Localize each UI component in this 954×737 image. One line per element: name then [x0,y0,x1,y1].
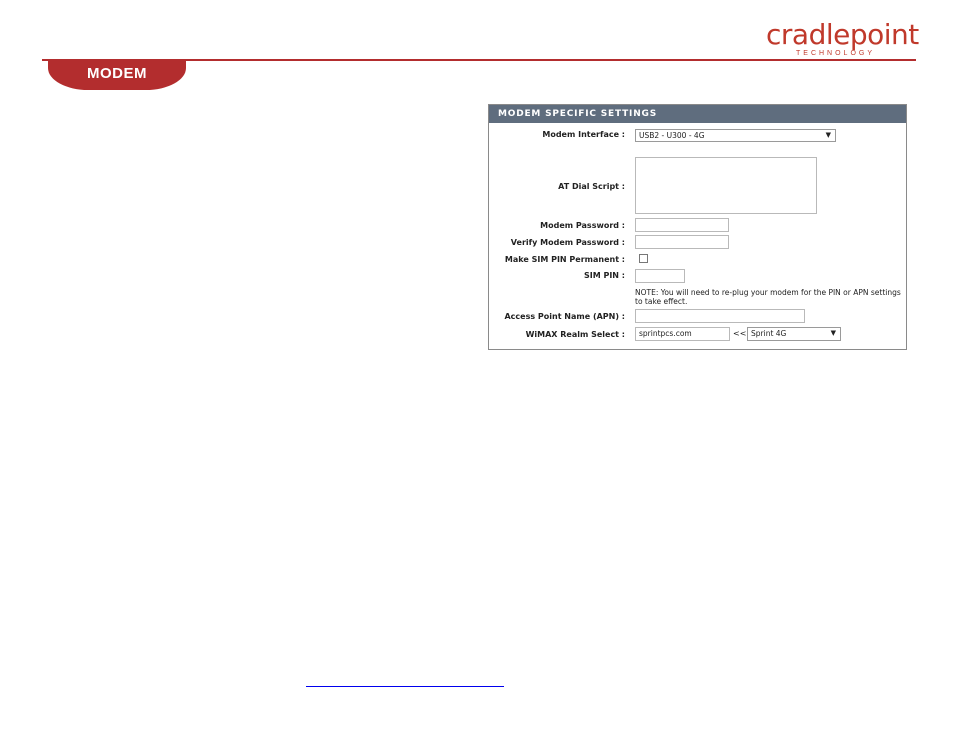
at-dial-script-label: AT Dial Script : [558,182,625,191]
apn-input[interactable] [635,309,805,323]
modem-interface-select[interactable]: USB2 - U300 - 4G ▼ [635,129,836,142]
section-tab-label: MODEM [87,65,147,82]
sim-pin-label: SIM PIN : [583,271,625,280]
realm-copy-separator: << [733,329,747,338]
cradlepoint-logo: cradlepoint TECHNOLOGY [766,18,919,60]
sim-pin-permanent-label: Make SIM PIN Permanent : [504,255,625,264]
modem-specific-settings-panel: MODEM SPECIFIC SETTINGS Modem Interface … [488,104,907,350]
apply-note: NOTE: You will need to re-plug your mode… [635,288,901,306]
wimax-realm-input[interactable]: sprintpcs.com [635,327,730,341]
verify-modem-password-label: Verify Modem Password : [510,238,625,247]
panel-title: MODEM SPECIFIC SETTINGS [489,105,906,123]
modem-interface-label: Modem Interface : [542,130,625,139]
sim-pin-permanent-checkbox[interactable] [639,254,648,263]
chevron-down-icon: ▼ [825,131,831,139]
wimax-realm-preset-value: Sprint 4G [751,329,787,338]
modem-password-input[interactable] [635,218,729,232]
logo-tagline: TECHNOLOGY [796,50,876,57]
section-tab-modem: MODEM [48,61,186,90]
verify-modem-password-input[interactable] [635,235,729,249]
apn-label: Access Point Name (APN) : [504,312,625,321]
at-dial-script-textarea[interactable] [635,157,817,214]
chevron-down-icon: ▼ [830,329,836,337]
wimax-realm-preset-select[interactable]: Sprint 4G ▼ [747,327,841,341]
logo-wordmark: cradlepoint [766,18,919,51]
wimax-realm-label: WiMAX Realm Select : [525,330,625,339]
modem-interface-value: USB2 - U300 - 4G [639,131,705,140]
footer-link[interactable] [306,676,504,687]
sim-pin-input[interactable] [635,269,685,283]
modem-password-label: Modem Password : [540,221,625,230]
